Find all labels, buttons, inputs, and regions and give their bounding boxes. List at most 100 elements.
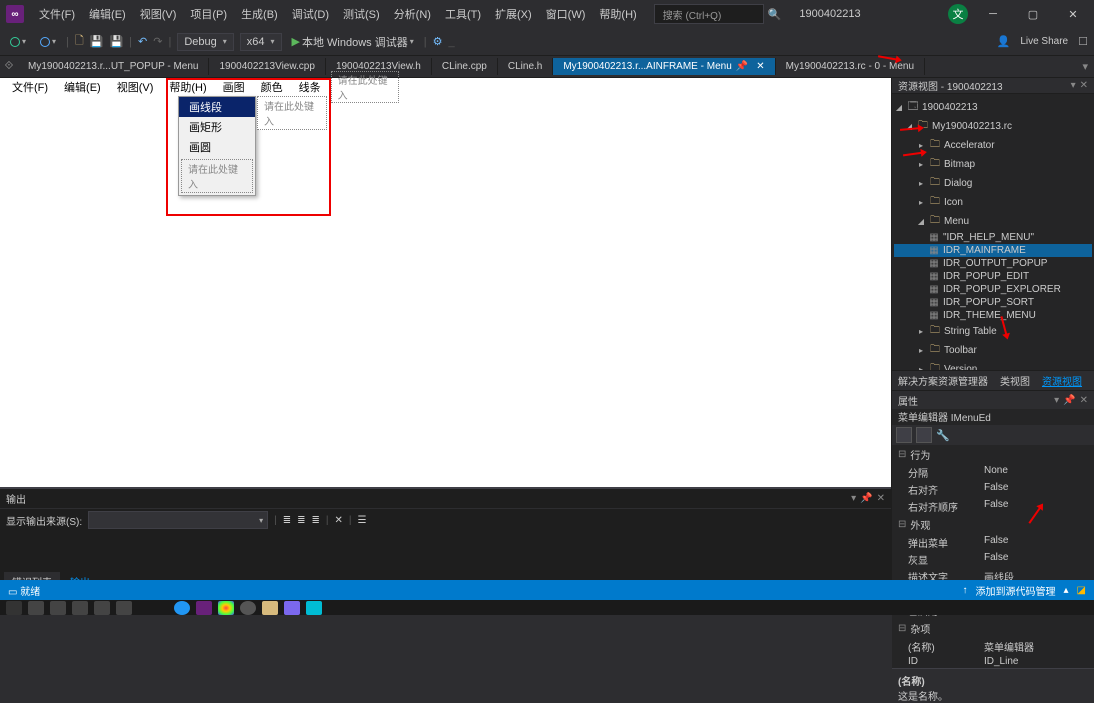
tab-solution-explorer[interactable]: 解决方案资源管理器 xyxy=(892,371,994,390)
output-icon3[interactable]: ≣ xyxy=(312,515,320,526)
tree-icon[interactable]: ▸🗀Icon xyxy=(894,193,1092,212)
taskbar-item[interactable] xyxy=(94,601,110,615)
props-close-icon[interactable]: ✕ xyxy=(1080,395,1088,406)
output-icon1[interactable]: ≣ xyxy=(283,515,291,526)
taskbar-vs-icon[interactable] xyxy=(196,601,212,615)
taskbar-app-1[interactable] xyxy=(174,601,190,615)
taskbar-item[interactable] xyxy=(72,601,88,615)
status-source-control-icon[interactable]: ↑ xyxy=(963,585,968,596)
menu-item-help[interactable]: 帮助(H) xyxy=(161,78,214,96)
dropdown-item-2[interactable]: 画圆 xyxy=(179,137,255,157)
tab-4[interactable]: CLine.h xyxy=(498,58,553,75)
search-input[interactable]: 搜索 (Ctrl+Q) xyxy=(654,4,764,24)
taskbar-explorer-icon[interactable] xyxy=(262,601,278,615)
status-source-control[interactable]: 添加到源代码管理 xyxy=(976,583,1056,598)
tree-version[interactable]: ▸🗀Version xyxy=(894,360,1092,370)
output-icon2[interactable]: ≣ xyxy=(297,515,305,526)
tree-rc[interactable]: ◢🗀My1900402213.rc xyxy=(894,117,1092,136)
props-cat-button[interactable] xyxy=(896,427,912,443)
live-share-button[interactable]: Live Share xyxy=(1020,36,1068,47)
nav-fwd-button[interactable]: ▾ xyxy=(36,35,60,49)
platform-combo[interactable]: x64▾ xyxy=(240,33,282,51)
taskbar-chrome-icon[interactable] xyxy=(218,601,234,615)
menu-item-file[interactable]: 文件(F) xyxy=(4,78,56,96)
menu-build[interactable]: 生成(B) xyxy=(234,2,285,26)
taskbar-item[interactable] xyxy=(116,601,132,615)
taskbar-app-2[interactable] xyxy=(240,601,256,615)
dropdown-placeholder[interactable]: 请在此处键入 xyxy=(181,159,253,193)
output-dropdown-icon[interactable]: ▾ xyxy=(851,493,856,504)
menu-item-view[interactable]: 视图(V) xyxy=(109,78,162,96)
menu-placeholder[interactable]: 请在此处键入 xyxy=(331,71,399,103)
panel-close-icon[interactable]: ✕ xyxy=(1080,80,1088,91)
tree-accelerator[interactable]: ▸🗀Accelerator xyxy=(894,136,1092,155)
search-icon[interactable]: 🔍 xyxy=(768,8,782,21)
tree-menu-1[interactable]: ▦IDR_MAINFRAME xyxy=(894,244,1092,257)
tab-1[interactable]: 1900402213View.cpp xyxy=(209,58,325,75)
prop-val[interactable]: 菜单编辑器 xyxy=(984,639,1094,654)
close-icon[interactable]: ✕ xyxy=(756,61,764,72)
dropdown-item-1[interactable]: 画矩形 xyxy=(179,117,255,137)
tab-6[interactable]: My1900402213.rc - 0 - Menu xyxy=(776,58,925,75)
side-placeholder[interactable]: 请在此处键入 xyxy=(257,96,327,130)
save-icon[interactable]: 💾 xyxy=(90,35,104,48)
prop-cat-misc[interactable]: 杂项 xyxy=(910,621,930,636)
tree-menu-2[interactable]: ▦IDR_OUTPUT_POPUP xyxy=(894,257,1092,270)
taskbar-app-4[interactable] xyxy=(306,601,322,615)
feedback-icon[interactable]: ☐ xyxy=(1078,35,1088,48)
output-close-icon[interactable]: ✕ xyxy=(877,493,885,504)
prop-cat-appearance[interactable]: 外观 xyxy=(910,517,930,532)
tree-menu-6[interactable]: ▦IDR_THEME_MENU xyxy=(894,309,1092,322)
tree-stringtable[interactable]: ▸🗀String Table xyxy=(894,322,1092,341)
menu-tools[interactable]: 工具(T) xyxy=(438,2,488,26)
tab-resource-view[interactable]: 资源视图 xyxy=(1036,371,1088,390)
close-button[interactable]: ✕ xyxy=(1058,8,1088,21)
save-all-icon[interactable]: 💾 xyxy=(109,35,123,48)
panel-dropdown-icon[interactable]: ▾ xyxy=(1071,80,1076,91)
tool-icon1[interactable]: ⚙ xyxy=(433,35,443,48)
redo-icon[interactable]: ↷ xyxy=(153,35,162,48)
menu-item-edit[interactable]: 编辑(E) xyxy=(56,78,109,96)
menu-item-color[interactable]: 颜色 xyxy=(253,78,291,96)
menu-extensions[interactable]: 扩展(X) xyxy=(488,2,539,26)
menu-project[interactable]: 项目(P) xyxy=(183,2,234,26)
tree-menu[interactable]: ◢🗀Menu xyxy=(894,212,1092,231)
props-dropdown-icon[interactable]: ▾ xyxy=(1054,395,1059,406)
menu-item-draw[interactable]: 画图 xyxy=(215,78,253,96)
taskbar-app-3[interactable] xyxy=(284,601,300,615)
prop-val[interactable]: False xyxy=(984,499,1094,514)
menu-analyze[interactable]: 分析(N) xyxy=(387,2,438,26)
tab-pin-icon[interactable]: ⟐ xyxy=(0,60,18,73)
tree-menu-0[interactable]: ▦"IDR_HELP_MENU" xyxy=(894,231,1092,244)
menu-item-line[interactable]: 线条 xyxy=(291,78,329,96)
props-pin-icon[interactable]: 📌 xyxy=(1063,395,1075,406)
taskbar-item[interactable] xyxy=(28,601,44,615)
properties-grid[interactable]: ⊟行为 分隔None 右对齐False 右对齐顺序False ⊟外观 弹出菜单F… xyxy=(892,445,1094,668)
taskbar-item[interactable] xyxy=(50,601,66,615)
tree-menu-5[interactable]: ▦IDR_POPUP_SORT xyxy=(894,296,1092,309)
tree-bitmap[interactable]: ▸🗀Bitmap xyxy=(894,155,1092,174)
menu-window[interactable]: 窗口(W) xyxy=(539,2,593,26)
output-wrap-icon[interactable]: ☰ xyxy=(358,515,367,526)
prop-val[interactable]: False xyxy=(984,482,1094,497)
menu-editor-surface[interactable]: 文件(F) 编辑(E) 视图(V) 帮助(H) 画图 颜色 线条 请在此处键入 … xyxy=(0,78,891,488)
tree-root[interactable]: ◢🗔1900402213 xyxy=(894,98,1092,117)
live-share-icon[interactable]: 👤 xyxy=(997,35,1011,48)
menu-file[interactable]: 文件(F) xyxy=(32,2,82,26)
prop-val[interactable]: None xyxy=(984,465,1094,480)
menu-test[interactable]: 测试(S) xyxy=(336,2,387,26)
menu-view[interactable]: 视图(V) xyxy=(133,2,184,26)
resource-tree[interactable]: ◢🗔1900402213 ◢🗀My1900402213.rc ▸🗀Acceler… xyxy=(892,94,1094,370)
props-az-button[interactable] xyxy=(916,427,932,443)
dropdown-item-0[interactable]: 画线段 xyxy=(179,97,255,117)
tab-5[interactable]: My1900402213.r...AINFRAME - Menu📌✕ xyxy=(553,58,775,75)
tab-0[interactable]: My1900402213.r...UT_POPUP - Menu xyxy=(18,58,209,75)
tab-3[interactable]: CLine.cpp xyxy=(432,58,498,75)
tab-overflow-icon[interactable]: ▾ xyxy=(1076,60,1094,73)
menu-debug[interactable]: 调试(D) xyxy=(285,2,336,26)
undo-icon[interactable]: ↶ xyxy=(138,35,147,48)
status-notification-icon[interactable]: ◪ xyxy=(1077,585,1086,596)
prop-val[interactable]: False xyxy=(984,535,1094,550)
tree-dialog[interactable]: ▸🗀Dialog xyxy=(894,174,1092,193)
prop-val[interactable]: ID_Line xyxy=(984,656,1094,667)
